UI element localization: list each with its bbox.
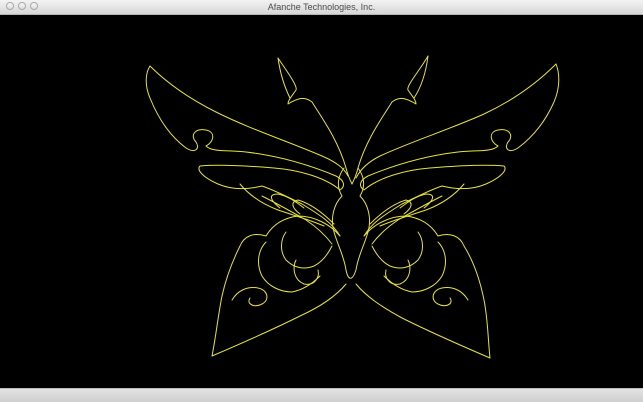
upper-right-inner-1 (379, 183, 465, 227)
left-antenna (277, 57, 353, 185)
upper-right-inner-4 (369, 199, 412, 225)
window-title: Afanche Technologies, Inc. (267, 2, 376, 12)
butterfly-drawing (145, 55, 560, 359)
right-antenna (351, 55, 429, 185)
right-antenna-inner (413, 55, 429, 99)
upper-right-inner-3 (399, 193, 433, 209)
lower-right-inner-3 (371, 231, 423, 269)
upper-right-wing-outline (360, 63, 560, 237)
upper-left-inner-1 (239, 183, 325, 227)
app-window: Afanche Technologies, Inc. (0, 0, 643, 402)
lower-right-inner-1 (432, 287, 469, 307)
title-bar[interactable]: Afanche Technologies, Inc. (0, 0, 643, 15)
drawing-canvas[interactable] (0, 15, 643, 388)
upper-left-wing-outline (145, 65, 344, 237)
left-antenna-inner (277, 57, 291, 99)
status-bar (0, 388, 643, 402)
upper-left-inner-4 (292, 199, 335, 225)
upper-right-wing-top (355, 63, 557, 179)
upper-left-wing-top (149, 65, 349, 177)
lower-left-inner-3 (281, 231, 333, 269)
lower-left-inner-1 (231, 287, 268, 307)
lower-right-wing (355, 215, 491, 359)
body-outline (331, 167, 371, 279)
upper-left-inner-3 (271, 193, 305, 209)
